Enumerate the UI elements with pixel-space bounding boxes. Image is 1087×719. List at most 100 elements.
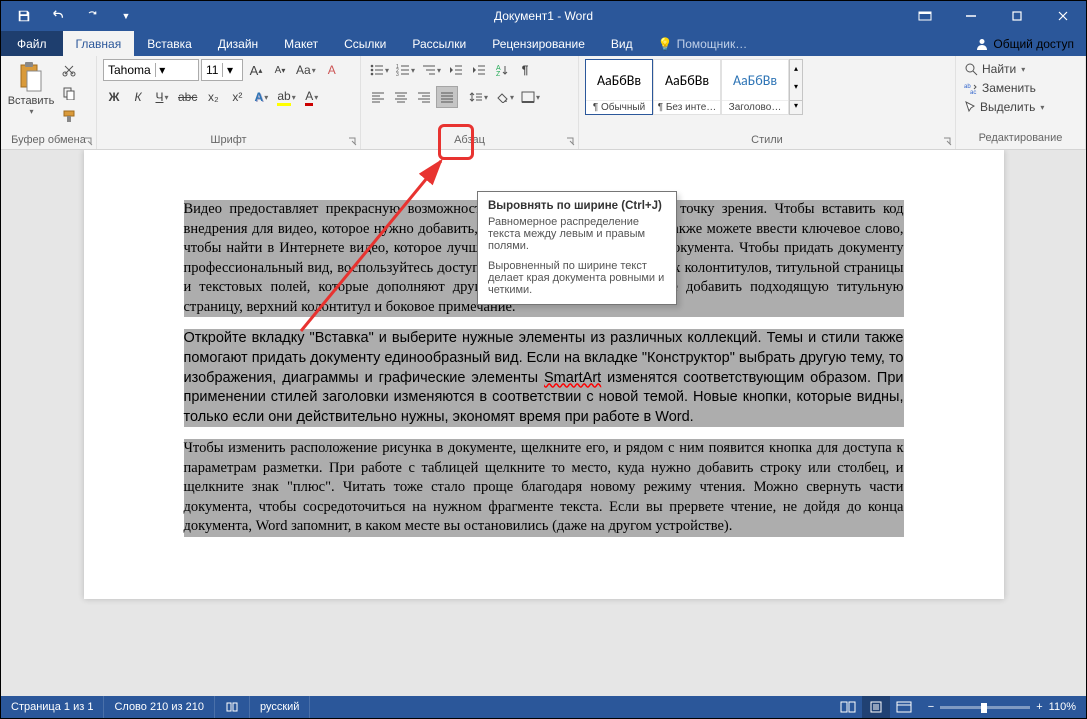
borders-button[interactable]: ▾ xyxy=(518,86,543,108)
book-icon xyxy=(225,701,239,713)
align-center-button[interactable] xyxy=(390,86,412,108)
text-effects-button[interactable]: A▾ xyxy=(250,86,272,108)
clipboard-dialog-launcher[interactable] xyxy=(82,135,94,147)
decrease-indent-button[interactable] xyxy=(445,59,467,81)
styles-row-up[interactable]: ▴ xyxy=(790,64,802,73)
line-spacing-button[interactable]: ▾ xyxy=(466,86,491,108)
align-left-icon xyxy=(371,91,385,103)
increase-indent-button[interactable] xyxy=(468,59,490,81)
copy-button[interactable] xyxy=(58,82,80,104)
tab-view[interactable]: Вид xyxy=(598,31,646,56)
strikethrough-button[interactable]: abc xyxy=(175,86,200,108)
grow-font-button[interactable]: A▴ xyxy=(245,59,267,81)
style-no-spacing[interactable]: АаБбВв¶ Без инте… xyxy=(653,59,721,115)
font-name-combo[interactable]: Tahoma▾ xyxy=(103,59,199,81)
font-dialog-launcher[interactable] xyxy=(346,135,358,147)
status-bar: Страница 1 из 1 Слово 210 из 210 русский… xyxy=(1,696,1086,718)
minimize-button[interactable] xyxy=(948,1,994,31)
tab-review[interactable]: Рецензирование xyxy=(479,31,598,56)
paste-icon xyxy=(17,61,45,95)
zoom-level[interactable]: 110% xyxy=(1049,701,1076,713)
underline-button[interactable]: Ч▾ xyxy=(151,86,173,108)
tab-home[interactable]: Главная xyxy=(63,31,135,56)
styles-dialog-launcher[interactable] xyxy=(941,135,953,147)
tab-mailings[interactable]: Рассылки xyxy=(399,31,479,56)
status-proofing[interactable] xyxy=(215,696,250,718)
font-size-combo[interactable]: 11▾ xyxy=(201,59,243,81)
justify-tooltip: Выровнять по ширине (Ctrl+J) Равномерное… xyxy=(477,191,677,305)
tell-me-search[interactable]: 💡Помощник… xyxy=(658,31,748,56)
justify-button[interactable] xyxy=(436,86,458,108)
cut-button[interactable] xyxy=(58,59,80,81)
zoom-slider[interactable] xyxy=(940,706,1030,709)
status-page[interactable]: Страница 1 из 1 xyxy=(1,696,104,718)
bullets-button[interactable]: ▾ xyxy=(367,59,392,81)
status-language[interactable]: русский xyxy=(250,696,310,718)
ribbon: Вставить▾ Буфер обмена Tahoma▾ 11▾ A▴ A▾… xyxy=(1,56,1086,150)
subscript-button[interactable]: x₂ xyxy=(202,86,224,108)
change-case-button[interactable]: Aa▾ xyxy=(293,59,319,81)
window-controls xyxy=(902,1,1086,31)
number-list-icon: 123 xyxy=(396,64,410,76)
shading-button[interactable]: ▾ xyxy=(492,86,517,108)
copy-icon xyxy=(62,86,76,100)
tab-layout[interactable]: Макет xyxy=(271,31,331,56)
close-button[interactable] xyxy=(1040,1,1086,31)
sort-button[interactable]: AZ xyxy=(491,59,513,81)
highlight-color-button[interactable]: ab▾ xyxy=(274,86,298,108)
tab-file[interactable]: Файл xyxy=(1,31,63,56)
styles-gallery-expand[interactable]: ▾ xyxy=(790,100,802,110)
paragraph-3[interactable]: Чтобы изменить расположение рисунка в до… xyxy=(184,439,904,537)
numbering-button[interactable]: 123▾ xyxy=(393,59,418,81)
style-normal[interactable]: АаБбВв¶ Обычный xyxy=(585,59,653,115)
zoom-in-button[interactable]: + xyxy=(1036,701,1042,713)
maximize-button[interactable] xyxy=(994,1,1040,31)
svg-text:3: 3 xyxy=(396,72,399,76)
align-left-button[interactable] xyxy=(367,86,389,108)
superscript-button[interactable]: x² xyxy=(226,86,248,108)
redo-button[interactable] xyxy=(77,2,107,30)
view-print-layout[interactable] xyxy=(862,696,890,718)
select-button[interactable]: Выделить▾ xyxy=(964,98,1044,116)
tab-references[interactable]: Ссылки xyxy=(331,31,399,56)
search-icon xyxy=(964,62,978,76)
view-buttons xyxy=(834,696,918,718)
zoom-out-button[interactable]: − xyxy=(928,701,934,713)
replace-button[interactable]: abacЗаменить xyxy=(964,79,1044,97)
ribbon-options-button[interactable] xyxy=(902,1,948,31)
undo-button[interactable] xyxy=(43,2,73,30)
sort-icon: AZ xyxy=(496,64,508,76)
save-button[interactable] xyxy=(9,2,39,30)
styles-row-down[interactable]: ▾ xyxy=(790,82,802,91)
multilevel-list-button[interactable]: ▾ xyxy=(419,59,444,81)
person-icon xyxy=(975,38,989,50)
italic-button[interactable]: К xyxy=(127,86,149,108)
align-right-button[interactable] xyxy=(413,86,435,108)
bold-button[interactable]: Ж xyxy=(103,86,125,108)
format-painter-button[interactable] xyxy=(58,105,80,127)
paragraph-dialog-launcher[interactable] xyxy=(564,135,576,147)
tab-design[interactable]: Дизайн xyxy=(205,31,271,56)
qat-customize-button[interactable]: ▼ xyxy=(111,2,141,30)
ribbon-tabs: Файл Главная Вставка Дизайн Макет Ссылки… xyxy=(1,31,1086,56)
view-read-mode[interactable] xyxy=(834,696,862,718)
show-marks-button[interactable]: ¶ xyxy=(514,59,536,81)
tab-insert[interactable]: Вставка xyxy=(134,31,205,56)
share-button[interactable]: Общий доступ xyxy=(963,31,1086,56)
paste-button[interactable]: Вставить▾ xyxy=(7,59,55,118)
clear-formatting-button[interactable]: A xyxy=(321,59,343,81)
find-button[interactable]: Найти▾ xyxy=(964,60,1044,78)
font-color-button[interactable]: A▾ xyxy=(301,86,323,108)
indent-icon xyxy=(472,64,486,76)
bullet-list-icon xyxy=(370,64,384,76)
status-words[interactable]: Слово 210 из 210 xyxy=(104,696,215,718)
title-bar: ▼ Документ1 - Word xyxy=(1,1,1086,31)
shrink-font-button[interactable]: A▾ xyxy=(269,59,291,81)
view-web-layout[interactable] xyxy=(890,696,918,718)
style-heading1[interactable]: АаБбВвЗаголово… xyxy=(721,59,789,115)
outdent-icon xyxy=(449,64,463,76)
paragraph-2[interactable]: Откройте вкладку "Вставка" и выберите ну… xyxy=(184,329,904,427)
zoom-control: − + 110% xyxy=(918,701,1086,713)
multilevel-icon xyxy=(422,64,436,76)
scissors-icon xyxy=(62,63,76,77)
